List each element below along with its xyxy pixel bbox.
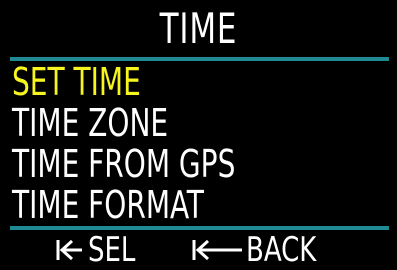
time-settings-menu: SET TIME TIME ZONE TIME FROM GPS TIME FO…	[12, 62, 387, 226]
menu-item-time-format[interactable]: TIME FORMAT	[12, 185, 320, 226]
back-softkey-label: BACK	[246, 230, 317, 270]
menu-item-set-time[interactable]: SET TIME	[12, 62, 320, 103]
arrow-to-bar-left-short-icon	[54, 235, 88, 265]
select-softkey-label: SEL	[88, 230, 136, 270]
back-softkey[interactable]: BACK	[190, 230, 329, 270]
menu-item-time-from-gps[interactable]: TIME FROM GPS	[12, 144, 320, 185]
select-softkey[interactable]: SEL	[54, 230, 144, 270]
dive-computer-screen: TIME SET TIME TIME ZONE TIME FROM GPS TI…	[0, 0, 397, 270]
page-title: TIME	[159, 4, 238, 53]
arrow-to-bar-left-long-icon	[190, 235, 246, 265]
menu-item-time-zone[interactable]: TIME ZONE	[12, 103, 320, 144]
softkey-bar: SEL BACK	[0, 230, 397, 270]
